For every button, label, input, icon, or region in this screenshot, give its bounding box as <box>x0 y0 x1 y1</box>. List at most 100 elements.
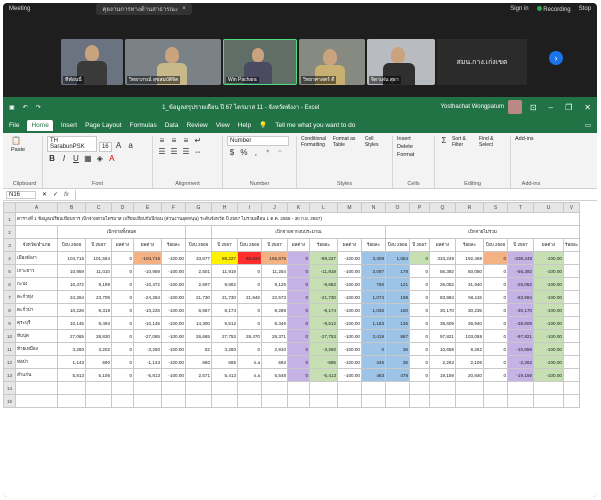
cell[interactable] <box>57 381 86 395</box>
cell[interactable] <box>185 225 212 239</box>
district-name-cell[interactable]: ท้ายเหมือง <box>15 342 58 356</box>
cell[interactable]: 28,371 <box>261 329 288 343</box>
cell[interactable]: 178 <box>385 264 410 278</box>
cell[interactable] <box>337 394 362 408</box>
cell[interactable]: 27,065 <box>57 329 86 343</box>
tab-data[interactable]: Data <box>165 122 179 129</box>
cell[interactable]: -100.00 <box>337 277 362 291</box>
row-header[interactable]: 3 <box>3 238 16 252</box>
cell[interactable]: -100.00 <box>161 342 186 356</box>
cell[interactable]: 150 <box>385 303 410 317</box>
cell[interactable]: 0 <box>111 264 134 278</box>
column-header-b[interactable]: B <box>57 202 86 213</box>
cell[interactable]: 0 <box>483 316 508 330</box>
cell[interactable]: 135 <box>385 316 410 330</box>
tab-review[interactable]: Review <box>186 122 207 129</box>
cell[interactable]: 9,512 <box>211 316 238 330</box>
cell[interactable]: 0 <box>409 342 430 356</box>
cell[interactable] <box>562 381 581 395</box>
formula-input[interactable] <box>74 189 594 200</box>
cell[interactable]: 0 <box>111 342 134 356</box>
header-cell[interactable]: ปีงบ 2566 <box>385 238 410 252</box>
cell[interactable]: 2,697 <box>185 277 212 291</box>
column-header-l[interactable]: L <box>309 202 338 213</box>
cell[interactable] <box>562 394 581 408</box>
cell[interactable]: -21,730 <box>309 290 338 304</box>
cell[interactable] <box>211 381 238 395</box>
cell[interactable]: 38,609 <box>429 316 456 330</box>
cell[interactable]: 14,300 <box>185 316 212 330</box>
cell[interactable]: 30,170 <box>429 303 456 317</box>
cell[interactable]: 10,226 <box>57 303 86 317</box>
comma-icon[interactable]: , <box>251 148 261 157</box>
participant-tile-active[interactable]: Win Pachara <box>223 39 297 85</box>
cell[interactable]: 478 <box>385 368 410 382</box>
cell[interactable]: -100.00 <box>161 368 186 382</box>
header-cell[interactable]: ปี 2567 <box>507 238 534 252</box>
cell[interactable]: 750 <box>361 277 386 291</box>
cell[interactable]: 0 <box>483 368 508 382</box>
cell[interactable]: 2,501 <box>185 264 212 278</box>
cell[interactable]: -695 <box>309 355 338 369</box>
cell[interactable]: -100.00 <box>337 290 362 304</box>
cell[interactable]: n.a <box>237 368 262 382</box>
column-header-m[interactable]: M <box>337 202 362 213</box>
column-header-p[interactable]: P <box>409 202 430 213</box>
cell[interactable]: -97,821 <box>507 329 534 343</box>
cell[interactable]: 0 <box>287 368 310 382</box>
cell[interactable]: 3,419 <box>361 329 386 343</box>
cell[interactable]: 11,254 <box>261 264 288 278</box>
cell[interactable]: -100.00 <box>337 368 362 382</box>
restore-icon[interactable]: ❐ <box>565 103 572 112</box>
cell[interactable] <box>507 394 534 408</box>
participant-tile[interactable]: ทีฟ่อนนี่ <box>61 39 123 85</box>
cell[interactable]: 0 <box>237 277 262 291</box>
cell[interactable] <box>361 381 386 395</box>
cell[interactable]: 0 <box>409 264 430 278</box>
cell[interactable]: -27,065 <box>133 329 162 343</box>
cell[interactable]: 0 <box>111 290 134 304</box>
cell[interactable] <box>133 394 162 408</box>
participant-tile[interactable]: วิทยาภรณ์ สุขสมบัติจิต <box>125 39 221 85</box>
next-participants-button[interactable]: › <box>549 51 563 65</box>
currency-icon[interactable]: $ <box>227 148 237 157</box>
cell[interactable] <box>533 381 564 395</box>
bold-icon[interactable]: B <box>47 154 57 163</box>
district-name-cell[interactable]: กะปง <box>15 277 58 291</box>
cell[interactable]: -100.00 <box>161 329 186 343</box>
district-name-cell[interactable]: ทับปุด <box>15 329 58 343</box>
cell[interactable]: 3,409 <box>361 251 386 265</box>
cell[interactable]: 0 <box>483 329 508 343</box>
cell[interactable]: 9,494 <box>85 316 112 330</box>
header-cell[interactable]: จังหวัด/อำเภอ <box>15 238 58 252</box>
cell[interactable]: 695 <box>211 355 238 369</box>
cell[interactable]: 590 <box>85 355 112 369</box>
column-header-j[interactable]: J <box>261 202 288 213</box>
cell[interactable]: 11,919 <box>211 264 238 278</box>
cell[interactable]: 21,730 <box>185 290 212 304</box>
cell[interactable]: 0 <box>483 264 508 278</box>
cell[interactable]: 445 <box>361 355 386 369</box>
cell[interactable]: -9,512 <box>309 316 338 330</box>
row-header[interactable]: 14 <box>3 381 16 395</box>
cell[interactable] <box>57 394 86 408</box>
cell[interactable]: -27,753 <box>309 329 338 343</box>
column-header-s[interactable]: S <box>483 202 508 213</box>
cell[interactable]: 0 <box>409 290 430 304</box>
column-header-d[interactable]: D <box>111 202 134 213</box>
cell[interactable]: 10,145 <box>57 316 86 330</box>
cell[interactable]: 592 <box>261 355 288 369</box>
cell[interactable]: -3,260 <box>309 342 338 356</box>
cell[interactable]: -100.00 <box>533 251 564 265</box>
spreadsheet-table[interactable]: A B C D E F G H I J K L M N O P Q R S T U V 1 ตารางที่ 1 ข้อมูล… <box>3 202 581 408</box>
increase-decimal-icon[interactable]: ⁺ <box>263 148 273 157</box>
cell[interactable]: -10,659 <box>507 342 534 356</box>
cell[interactable] <box>287 394 310 408</box>
cell[interactable]: 0 <box>237 303 262 317</box>
column-header-i[interactable]: I <box>237 202 262 213</box>
district-name-cell[interactable]: เกาะยาว <box>15 264 58 278</box>
shrink-font-icon[interactable]: a <box>126 141 136 150</box>
cell[interactable]: 10,959 <box>57 264 86 278</box>
cell[interactable]: 27,753 <box>211 329 238 343</box>
participant-tile[interactable]: จิดาเด่น สุธา <box>367 39 435 85</box>
